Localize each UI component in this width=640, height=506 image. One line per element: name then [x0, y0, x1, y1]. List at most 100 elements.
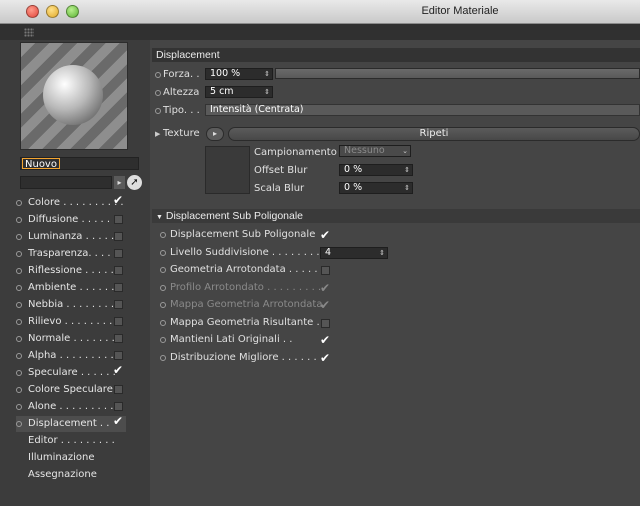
channel-dot-icon	[16, 353, 22, 359]
material-preview[interactable]	[20, 42, 128, 150]
subpoly-label: Mantieni Lati Originali . .	[170, 334, 293, 345]
channel-item[interactable]: Ambiente . . . . . .	[16, 280, 126, 296]
channel-checkbox[interactable]	[114, 385, 123, 394]
scala-blur-value: 0 %	[344, 182, 363, 193]
extra-channel-item[interactable]: Editor . . . . . . . . .	[16, 433, 126, 449]
campionamento-label: Campionamento	[254, 147, 337, 158]
texture-button[interactable]: Ripeti	[228, 127, 640, 141]
window-title: Editor Materiale	[421, 5, 499, 17]
material-name-field[interactable]: Nuovo	[20, 157, 139, 170]
texture-label: Texture	[163, 128, 200, 139]
spinner-icon[interactable]: ⇕	[264, 69, 270, 79]
channel-checkbox[interactable]	[114, 402, 123, 411]
subpoly-row: Mappa Geometria Risultante .	[160, 316, 360, 330]
check-icon[interactable]: ✔	[113, 415, 123, 427]
texture-thumbnail[interactable]	[205, 146, 250, 194]
subpoly-header[interactable]: ▼ Displacement Sub Poligonale	[152, 209, 640, 223]
channel-checkbox[interactable]	[114, 317, 123, 326]
channel-dot-icon	[16, 336, 22, 342]
channel-item[interactable]: Nebbia . . . . . . . .	[16, 297, 126, 313]
spinner-icon[interactable]: ⇕	[404, 183, 410, 193]
forza-field[interactable]: 100 % ⇕	[205, 68, 273, 80]
check-icon[interactable]: ✔	[113, 364, 123, 376]
close-window-button[interactable]	[26, 5, 39, 18]
animate-dot-icon[interactable]	[160, 267, 166, 273]
subpoly-label: Displacement Sub Poligonale	[170, 229, 316, 240]
zoom-window-button[interactable]	[66, 5, 79, 18]
channel-item[interactable]: Alone . . . . . . . . .	[16, 399, 126, 415]
channel-dot-icon	[16, 387, 22, 393]
campionamento-dropdown[interactable]: Nessuno ⌄	[339, 145, 411, 157]
toolbar-strip	[0, 24, 640, 40]
spinner-icon[interactable]: ⇕	[404, 165, 410, 175]
subpoly-checkbox[interactable]	[321, 266, 330, 275]
channel-checkbox[interactable]	[114, 215, 123, 224]
spinner-icon[interactable]: ⇕	[379, 248, 385, 258]
extra-channel-item[interactable]: Illuminazione	[16, 450, 126, 466]
channel-label: Normale . . . . . . .	[28, 333, 115, 344]
channel-checkbox[interactable]	[114, 283, 123, 292]
check-icon[interactable]: ✔	[113, 194, 123, 206]
spinner-icon[interactable]: ⇕	[264, 87, 270, 97]
title-bar: Editor Materiale	[0, 0, 640, 24]
animate-dot-icon[interactable]	[160, 249, 166, 256]
material-name-text: Nuovo	[22, 158, 60, 170]
subpoly-label: Mappa Geometria Risultante .	[170, 316, 320, 328]
channel-item[interactable]: Luminanza . . . . .	[16, 229, 126, 245]
channel-search-input[interactable]	[20, 176, 112, 189]
channel-label: Colore Speculare	[28, 384, 113, 395]
channel-item[interactable]: Alpha . . . . . . . . .	[16, 348, 126, 364]
tipo-dropdown[interactable]: Intensità (Centrata)	[205, 104, 640, 116]
animate-dot-icon[interactable]	[155, 72, 161, 78]
forza-slider[interactable]	[275, 68, 640, 79]
animate-dot-icon[interactable]	[160, 232, 166, 238]
animate-dot-icon[interactable]	[160, 302, 166, 308]
offset-blur-label: Offset Blur	[254, 165, 308, 176]
animate-dot-icon[interactable]	[155, 90, 161, 96]
channel-dot-icon	[16, 404, 22, 410]
subpoly-checkbox[interactable]	[321, 318, 330, 328]
animate-dot-icon[interactable]	[155, 108, 161, 114]
check-icon[interactable]: ✔	[320, 334, 330, 346]
subpoly-label: Profilo Arrotondato . . . . . . . . .	[170, 281, 322, 293]
channel-item[interactable]: Colore Speculare	[16, 382, 126, 398]
channel-dot-icon	[16, 370, 22, 376]
texture-options-button[interactable]: ▸	[206, 127, 224, 141]
channel-checkbox[interactable]	[114, 232, 123, 241]
minimize-window-button[interactable]	[46, 5, 59, 18]
channel-dot-icon	[16, 200, 22, 206]
channel-checkbox[interactable]	[114, 300, 123, 309]
channel-label: Nebbia . . . . . . . .	[28, 299, 115, 310]
livello-suddivisione-field[interactable]: 4 ⇕	[320, 246, 388, 259]
channel-checkbox[interactable]	[114, 334, 123, 343]
channel-checkbox[interactable]	[114, 266, 123, 275]
channel-item[interactable]: Colore . . . . . . . . . . ✔	[16, 194, 126, 211]
play-arrow-icon[interactable]: ▸	[114, 176, 125, 189]
extra-channel-item[interactable]: Assegnazione	[16, 467, 126, 483]
animate-dot-icon[interactable]	[160, 319, 166, 326]
channel-item[interactable]: Displacement . . ✔	[16, 415, 126, 432]
channel-item[interactable]: Normale . . . . . . .	[16, 331, 126, 347]
pointer-icon[interactable]: ➚	[127, 175, 142, 190]
animate-dot-icon[interactable]	[160, 337, 166, 343]
check-icon[interactable]: ✔	[320, 352, 330, 364]
grip-icon[interactable]	[24, 28, 34, 37]
channel-item[interactable]: Rilievo . . . . . . . .	[16, 314, 126, 330]
scala-blur-field[interactable]: 0 % ⇕	[339, 182, 413, 194]
channel-item[interactable]: Trasparenza. . . .	[16, 246, 126, 262]
channel-dot-icon	[16, 217, 22, 223]
subpoly-label: Distribuzione Migliore . . . . . .	[170, 351, 317, 363]
offset-blur-field[interactable]: 0 % ⇕	[339, 164, 413, 176]
channel-dot-icon	[16, 251, 22, 257]
channel-checkbox[interactable]	[114, 249, 123, 258]
altezza-field[interactable]: 5 cm ⇕	[205, 86, 273, 98]
channel-item[interactable]: Diffusione . . . . .	[16, 212, 126, 228]
animate-dot-icon[interactable]	[160, 354, 166, 361]
check-icon[interactable]: ✔	[320, 229, 330, 241]
channel-item[interactable]: Riflessione . . . . .	[16, 263, 126, 279]
animate-dot-icon[interactable]	[160, 284, 166, 291]
collapse-arrow-icon[interactable]: ▼	[156, 214, 163, 221]
expand-arrow-icon[interactable]: ▶	[155, 127, 160, 141]
channel-item[interactable]: Speculare . . . . . . ✔	[16, 364, 126, 381]
channel-checkbox[interactable]	[114, 351, 123, 360]
